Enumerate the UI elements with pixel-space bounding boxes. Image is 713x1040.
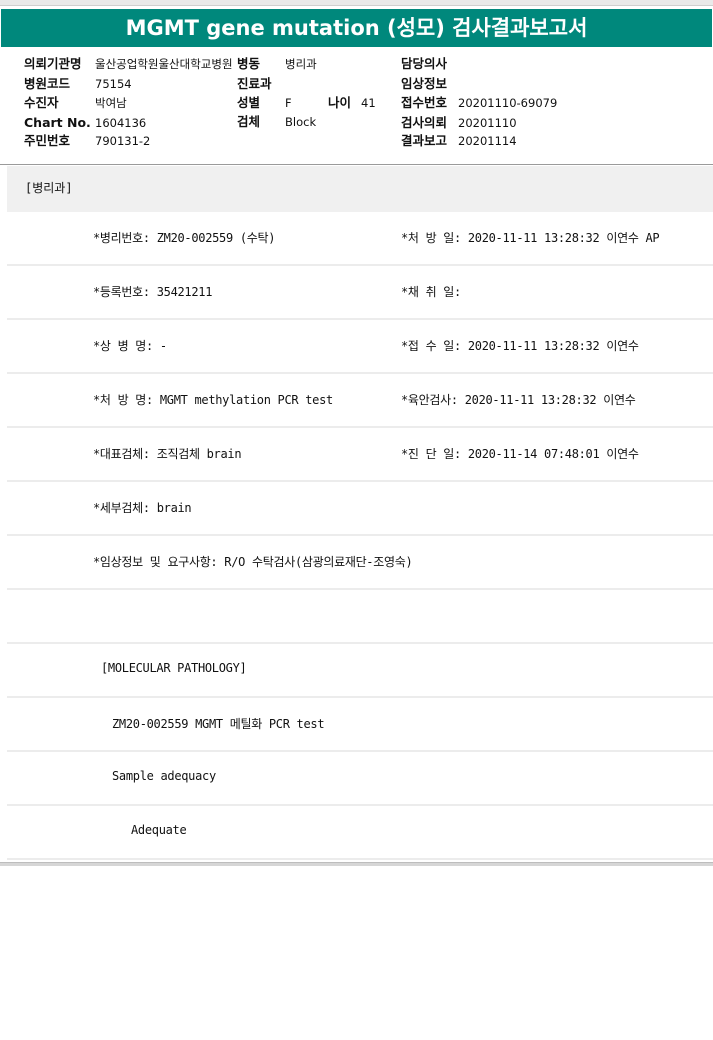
value-age: 41 — [361, 96, 376, 110]
label-specimen: 검체 — [237, 114, 261, 129]
label-age: 나이 — [328, 95, 352, 110]
report-title: MGMT gene mutation (성모) 검사결과보고서 — [1, 9, 712, 47]
label-resident-number: 주민번호 — [24, 133, 71, 148]
info-row-detail-specimen: *세부검체: brain — [7, 482, 713, 536]
clinical-request: *임상정보 및 요구사항: R/O 수탁검사(삼광의료재단-조영숙) — [93, 555, 413, 569]
value-chart-no: 1604136 — [95, 116, 147, 130]
representative-specimen: *대표검체: 조직검체 brain — [93, 447, 242, 461]
value-specimen: Block — [285, 115, 317, 129]
report-row-adequate: Adequate — [7, 806, 713, 860]
value-requesting-institution: 울산공업학원울산대학교병원 — [95, 57, 233, 71]
label-test-request: 검사의뢰 — [401, 115, 448, 130]
receipt-date: *접 수 일: 2020-11-11 13:28:32 이연수 — [401, 339, 639, 353]
label-hospital-code: 병원코드 — [24, 76, 71, 91]
report-row-test-line: ZM20-002559 MGMT 메틸화 PCR test — [7, 698, 713, 752]
label-clinical-info: 임상정보 — [401, 76, 448, 91]
value-test-request: 20201110 — [458, 116, 517, 130]
sample-adequacy-label: Sample adequacy — [112, 769, 216, 783]
label-requesting-institution: 의뢰기관명 — [24, 56, 82, 71]
value-patient-name: 박여남 — [95, 96, 127, 110]
department-row: [병리과] — [7, 166, 713, 212]
value-sex: F — [285, 96, 292, 110]
label-receipt-number: 접수번호 — [401, 95, 448, 110]
report-panel: [병리과] *병리번호: ZM20-002559 (수탁) *처 방 일: 20… — [7, 166, 713, 860]
info-row-diagnosis-name: *상 병 명: - *접 수 일: 2020-11-11 13:28:32 이연… — [7, 320, 713, 374]
gross-exam-date: *육안검사: 2020-11-11 13:28:32 이연수 — [401, 393, 636, 407]
info-row-pathology-number: *병리번호: ZM20-002559 (수탁) *처 방 일: 2020-11-… — [7, 212, 713, 266]
diagnosis-name: *상 병 명: - — [93, 339, 167, 353]
report-row-section: [MOLECULAR PATHOLOGY] — [7, 644, 713, 698]
value-result-report: 20201114 — [458, 134, 517, 148]
value-resident-number: 790131-2 — [95, 134, 151, 148]
info-row-representative-specimen: *대표검체: 조직검체 brain *진 단 일: 2020-11-14 07:… — [7, 428, 713, 482]
prescription-date: *처 방 일: 2020-11-11 13:28:32 이연수 AP — [401, 231, 660, 245]
label-patient-name: 수진자 — [24, 95, 59, 110]
label-clinical-dept: 진료과 — [237, 76, 272, 91]
pathology-number: *병리번호: ZM20-002559 (수탁) — [93, 231, 276, 245]
department-label: [병리과] — [25, 181, 73, 195]
info-row-clinical-request: *임상정보 및 요구사항: R/O 수탁검사(삼광의료재단-조영숙) — [7, 536, 713, 590]
label-result-report: 결과보고 — [401, 133, 448, 148]
diagnosis-date: *진 단 일: 2020-11-14 07:48:01 이연수 — [401, 447, 639, 461]
bottom-rule — [0, 862, 713, 866]
value-receipt-number: 20201110-69079 — [458, 96, 558, 110]
info-row-blank — [7, 590, 713, 644]
header-divider — [0, 164, 713, 165]
info-row-prescription-name: *처 방 명: MGMT methylation PCR test *육안검사:… — [7, 374, 713, 428]
report-row-sample-adequacy: Sample adequacy — [7, 752, 713, 806]
prescription-name: *처 방 명: MGMT methylation PCR test — [93, 393, 333, 407]
label-chart-no: Chart No. — [24, 115, 91, 130]
collection-date: *채 취 일: — [401, 285, 461, 299]
detail-specimen: *세부검체: brain — [93, 501, 192, 515]
registration-number: *등록번호: 35421211 — [93, 285, 213, 299]
top-rule — [0, 0, 713, 6]
label-attending-physician: 담당의사 — [401, 56, 448, 71]
value-ward: 병리과 — [285, 57, 317, 71]
sample-adequacy-result: Adequate — [131, 823, 187, 837]
molecular-pathology-heading: [MOLECULAR PATHOLOGY] — [101, 661, 247, 675]
value-hospital-code: 75154 — [95, 77, 132, 91]
label-ward: 병동 — [237, 56, 261, 71]
info-row-registration-number: *등록번호: 35421211 *채 취 일: — [7, 266, 713, 320]
test-line: ZM20-002559 MGMT 메틸화 PCR test — [112, 717, 325, 731]
label-sex: 성별 — [237, 95, 261, 110]
